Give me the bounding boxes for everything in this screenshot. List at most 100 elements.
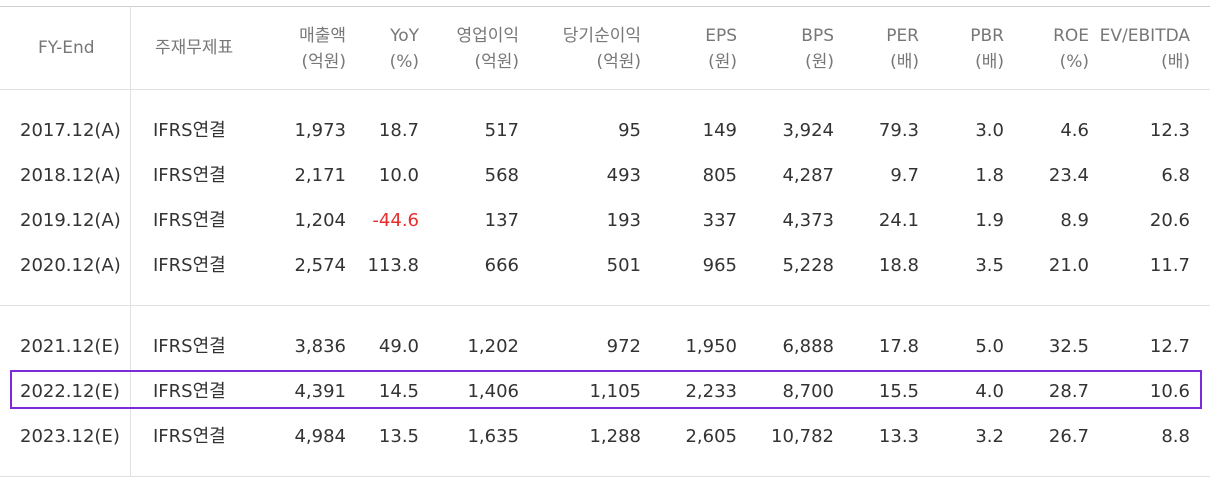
cell-eps: 337	[702, 210, 737, 231]
column-header-fy-end: FY-End	[38, 38, 95, 58]
cell-pbr: 1.9	[975, 210, 1004, 231]
column-header-net-income: 당기순이익	[562, 26, 641, 46]
cell-ev-ebitda: 11.7	[1149, 255, 1190, 276]
cell-roe: 4.6	[1060, 120, 1089, 141]
cell-pbr: 5.0	[975, 336, 1004, 357]
cell-revenue: 2,574	[294, 255, 346, 276]
cell-bps: 5,228	[782, 255, 834, 276]
highlight-box	[10, 370, 1202, 409]
cell-operating-profit: 1,202	[467, 336, 519, 357]
cell-per: 18.8	[878, 255, 919, 276]
column-header-per: PER	[886, 26, 919, 46]
cell-per: 9.7	[890, 165, 919, 186]
cell-bps: 3,924	[782, 120, 834, 141]
cell-ev-ebitda: 6.8	[1161, 165, 1190, 186]
cell-net-income: 501	[606, 255, 641, 276]
cell-pbr: 3.0	[975, 120, 1004, 141]
column-unit-roe: (%)	[1059, 52, 1089, 72]
cell-revenue: 3,836	[294, 336, 346, 357]
column-unit-revenue: (억원)	[301, 52, 346, 72]
column-unit-net-income: (억원)	[596, 52, 641, 72]
cell-per: 24.1	[878, 210, 919, 231]
column-header-roe: ROE	[1053, 26, 1089, 46]
cell-pbr: 3.5	[975, 255, 1004, 276]
group-divider	[0, 305, 1210, 306]
cell-statement-type: IFRS연결	[153, 120, 226, 141]
cell-operating-profit: 666	[484, 255, 519, 276]
table-bottom-border	[0, 476, 1210, 477]
cell-eps: 149	[702, 120, 737, 141]
column-header-eps: EPS	[705, 26, 737, 46]
cell-yoy: -44.6	[372, 210, 419, 231]
cell-roe: 26.7	[1048, 426, 1089, 447]
cell-bps: 6,888	[782, 336, 834, 357]
cell-fy-end: 2019.12(A)	[20, 210, 121, 231]
cell-yoy: 113.8	[367, 255, 419, 276]
cell-statement-type: IFRS연결	[153, 210, 226, 231]
cell-per: 13.3	[878, 426, 919, 447]
cell-eps: 1,950	[685, 336, 737, 357]
cell-operating-profit: 1,635	[467, 426, 519, 447]
cell-yoy: 49.0	[378, 336, 419, 357]
cell-bps: 10,782	[771, 426, 834, 447]
cell-revenue: 1,204	[294, 210, 346, 231]
cell-statement-type: IFRS연결	[153, 426, 226, 447]
header-bottom-border	[0, 89, 1210, 90]
cell-roe: 32.5	[1048, 336, 1089, 357]
cell-per: 17.8	[878, 336, 919, 357]
cell-net-income: 972	[606, 336, 641, 357]
cell-net-income: 493	[606, 165, 641, 186]
cell-pbr: 3.2	[975, 426, 1004, 447]
cell-ev-ebitda: 20.6	[1149, 210, 1190, 231]
column-header-pbr: PBR	[970, 26, 1004, 46]
cell-roe: 8.9	[1060, 210, 1089, 231]
column-header-yoy: YoY	[390, 26, 419, 46]
column-unit-operating-profit: (억원)	[474, 52, 519, 72]
cell-bps: 4,287	[782, 165, 834, 186]
cell-net-income: 1,288	[589, 426, 641, 447]
column-header-bps: BPS	[801, 26, 834, 46]
cell-statement-type: IFRS연결	[153, 336, 226, 357]
cell-fy-end: 2017.12(A)	[20, 120, 121, 141]
cell-operating-profit: 137	[484, 210, 519, 231]
column-unit-yoy: (%)	[389, 52, 419, 72]
cell-revenue: 2,171	[294, 165, 346, 186]
cell-ev-ebitda: 12.7	[1149, 336, 1190, 357]
cell-revenue: 1,973	[294, 120, 346, 141]
cell-fy-end: 2023.12(E)	[20, 426, 120, 447]
column-header-operating-profit: 영업이익	[456, 26, 519, 46]
table-top-border	[0, 6, 1210, 7]
header-column-divider	[130, 6, 131, 89]
column-header-revenue: 매출액	[299, 26, 346, 46]
cell-net-income: 95	[618, 120, 641, 141]
cell-eps: 2,605	[685, 426, 737, 447]
cell-ev-ebitda: 12.3	[1149, 120, 1190, 141]
cell-roe: 23.4	[1048, 165, 1089, 186]
cell-yoy: 18.7	[378, 120, 419, 141]
cell-fy-end: 2020.12(A)	[20, 255, 121, 276]
cell-eps: 805	[702, 165, 737, 186]
cell-fy-end: 2018.12(A)	[20, 165, 121, 186]
column-unit-ev-ebitda: (배)	[1161, 52, 1190, 72]
cell-bps: 4,373	[782, 210, 834, 231]
cell-ev-ebitda: 8.8	[1161, 426, 1190, 447]
cell-operating-profit: 517	[484, 120, 519, 141]
column-header-ev-ebitda: EV/EBITDA	[1099, 26, 1190, 46]
cell-yoy: 10.0	[378, 165, 419, 186]
cell-fy-end: 2021.12(E)	[20, 336, 120, 357]
cell-operating-profit: 568	[484, 165, 519, 186]
cell-statement-type: IFRS연결	[153, 255, 226, 276]
cell-pbr: 1.8	[975, 165, 1004, 186]
body-column-divider	[130, 89, 131, 476]
cell-roe: 21.0	[1048, 255, 1089, 276]
cell-revenue: 4,984	[294, 426, 346, 447]
cell-statement-type: IFRS연결	[153, 165, 226, 186]
cell-per: 79.3	[878, 120, 919, 141]
cell-net-income: 193	[606, 210, 641, 231]
column-header-statement-type: 주재무제표	[155, 38, 234, 58]
column-unit-bps: (원)	[805, 52, 834, 72]
column-unit-pbr: (배)	[975, 52, 1004, 72]
cell-eps: 965	[702, 255, 737, 276]
column-unit-per: (배)	[890, 52, 919, 72]
column-unit-eps: (원)	[708, 52, 737, 72]
